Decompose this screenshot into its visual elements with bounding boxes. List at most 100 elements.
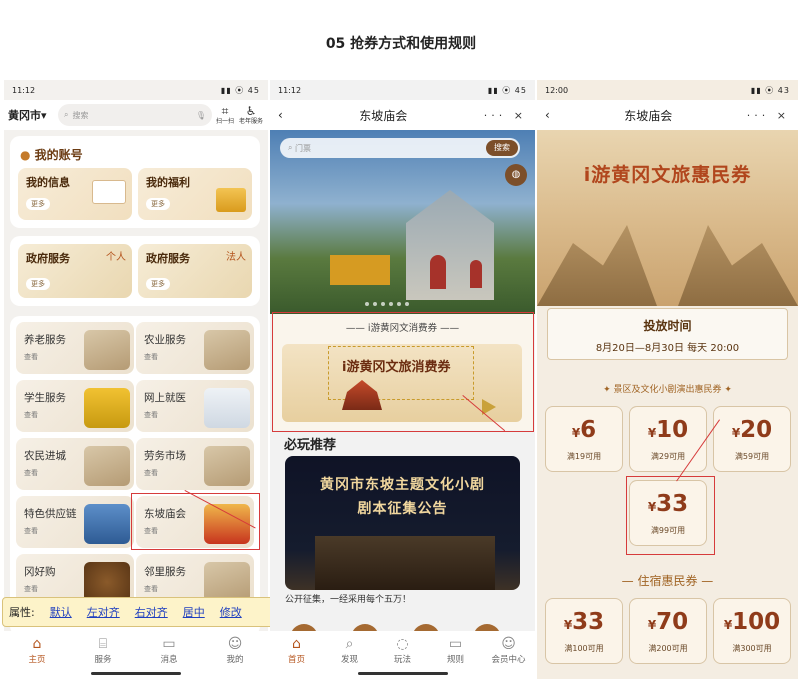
stage-image: [315, 536, 495, 590]
chestnut-image: [84, 562, 130, 602]
svc-title: 邻里服务: [144, 566, 186, 578]
highlight-box-33: [626, 476, 715, 555]
recommend-line1: 黄冈市东坡主题文化小剧: [320, 477, 485, 493]
tab-rules[interactable]: ▭ 规则: [431, 635, 481, 665]
tab-mine[interactable]: ☺ 我的: [210, 635, 260, 665]
search-button[interactable]: 搜索: [486, 140, 518, 156]
hotel-coupon-70[interactable]: ¥70 满200可用: [629, 598, 707, 664]
status-icons: ▮▮ ⦿ 43: [750, 85, 790, 95]
tab-messages[interactable]: ▭ 消息: [144, 635, 194, 665]
service-student[interactable]: 学生服务 查看: [16, 380, 134, 432]
tab-home[interactable]: ⌂ 主页: [12, 635, 62, 665]
elder-label: 老年服务: [238, 117, 263, 125]
service-elderly[interactable]: 养老服务 查看: [16, 322, 134, 374]
recommend-header: 必玩推荐: [284, 438, 337, 453]
search-input[interactable]: ⌕ 门票 搜索: [280, 138, 520, 158]
search-input[interactable]: ⌕ 搜索 🎙: [58, 104, 212, 126]
currency: ¥: [731, 426, 741, 440]
tab-discover[interactable]: ⌕ 发现: [325, 635, 375, 665]
svc-title: 农民进城: [24, 450, 66, 462]
tile-more: 更多: [26, 198, 50, 210]
back-icon[interactable]: ‹: [278, 108, 283, 122]
gov-personal-tile[interactable]: 政府服务 个人 更多: [18, 244, 132, 298]
tab-label: 主页: [28, 655, 46, 665]
back-icon[interactable]: ‹: [545, 108, 550, 122]
home-icon: ⌂: [292, 636, 301, 652]
nav-title: 东坡庙会: [359, 108, 408, 123]
my-welfare-tile[interactable]: 我的福利 更多: [138, 168, 252, 220]
bottom-tab-bar: ⌂ 首页 ⌕ 发现 ◌ 玩法 ▭ 规则 ☺ 会员中心: [270, 631, 535, 679]
my-info-tile[interactable]: 我的信息 更多: [18, 168, 132, 220]
elder-service-button[interactable]: ♿ 老年服务: [238, 104, 264, 126]
tile-title: 我的福利: [146, 176, 190, 189]
attribute-toolbar: 属性: 默认 左对齐 右对齐 居中 修改: [2, 597, 313, 627]
currency: ¥: [563, 618, 573, 632]
service-agriculture[interactable]: 农业服务 查看: [136, 322, 254, 374]
profile-icon: ☺: [227, 636, 243, 652]
top-bar: 黄冈市▾ ⌕ 搜索 🎙 ⌗ 扫一扫 ♿ 老年服务: [4, 100, 268, 130]
service-medical[interactable]: 网上就医 查看: [136, 380, 254, 432]
tab-label: 消息: [160, 655, 178, 665]
scan-button[interactable]: ⌗ 扫一扫: [212, 104, 238, 126]
member-icon: ☺: [501, 636, 516, 652]
coupon-value: 6: [580, 417, 597, 443]
release-label: 投放时间: [643, 319, 692, 333]
tile-title: 政府服务: [26, 252, 70, 265]
tab-label: 首页: [287, 655, 305, 665]
service-labor-market[interactable]: 劳务市场 查看: [136, 438, 254, 490]
tab-services[interactable]: ⌸ 服务: [78, 635, 128, 665]
mic-icon[interactable]: 🎙: [196, 111, 206, 120]
compass-icon: ◌: [396, 636, 409, 652]
id-card-icon: [92, 180, 126, 204]
gov-legal-tile[interactable]: 政府服务 法人 更多: [138, 244, 252, 298]
attr-center-link[interactable]: 居中: [183, 604, 205, 620]
attr-align-right-link[interactable]: 右对齐: [135, 604, 168, 620]
more-close-icons[interactable]: ··· ×: [484, 109, 527, 122]
status-icons: ▮▮ ⦿ 45: [487, 85, 527, 95]
mountain-image: [678, 216, 798, 306]
tab-home[interactable]: ⌂ 首页: [272, 635, 322, 665]
tab-label: 我的: [226, 655, 244, 665]
svc-title: 养老服务: [24, 334, 66, 346]
phone-home-screen: 11:12 ▮▮ ⦿ 45 黄冈市▾ ⌕ 搜索 🎙 ⌗ 扫一扫 ♿ 老年服务 ● 我…: [4, 80, 268, 679]
float-icon[interactable]: ◍: [505, 164, 527, 186]
svc-title: 劳务市场: [144, 450, 186, 462]
attr-align-left-link[interactable]: 左对齐: [87, 604, 120, 620]
service-supply-chain[interactable]: 特色供应链 查看: [16, 496, 134, 548]
coupon-condition: 满19可用: [566, 452, 602, 461]
svc-more: 查看: [24, 585, 38, 593]
city-selector[interactable]: 黄冈市▾: [8, 107, 58, 123]
status-bar: 12:00 ▮▮ ⦿ 43: [537, 80, 798, 100]
svc-more: 查看: [24, 353, 38, 361]
more-close-icons[interactable]: ··· ×: [747, 109, 790, 122]
gate-image: [470, 260, 482, 288]
coupon-hero: i游黄冈文旅惠民券: [537, 130, 798, 306]
attr-label: 属性:: [9, 606, 35, 619]
hero-banner[interactable]: ⌕ 门票 搜索 ◍: [270, 130, 535, 314]
tab-member[interactable]: ☺ 会员中心: [484, 635, 534, 665]
coupon-condition: 满100可用: [564, 644, 604, 653]
search-icon: ⌕: [64, 110, 69, 119]
hotel-coupon-100[interactable]: ¥100 满300可用: [713, 598, 791, 664]
attr-edit-link[interactable]: 修改: [220, 604, 242, 620]
svc-more: 查看: [24, 469, 38, 477]
svc-image: [204, 446, 250, 486]
service-migrant[interactable]: 农民进城 查看: [16, 438, 134, 490]
coupon-condition: 满59可用: [734, 452, 770, 461]
tile-more: 更多: [146, 278, 170, 290]
user-icon: ●: [20, 148, 31, 162]
coupon-value: 33: [572, 609, 605, 635]
recommend-card[interactable]: 黄冈市东坡主题文化小剧 剧本征集公告: [285, 456, 520, 590]
currency: ¥: [723, 618, 733, 632]
tile-tag: 个人: [106, 252, 126, 263]
svc-more: 查看: [144, 353, 158, 361]
coupon-20[interactable]: ¥20 满59可用: [713, 406, 791, 472]
tab-label: 发现: [340, 655, 358, 665]
attr-default-link[interactable]: 默认: [50, 604, 72, 620]
coupon-10[interactable]: ¥10 满29可用: [629, 406, 707, 472]
tab-play[interactable]: ◌ 玩法: [378, 635, 428, 665]
coupon-6[interactable]: ¥6 满19可用: [545, 406, 623, 472]
hotel-coupon-33[interactable]: ¥33 满100可用: [545, 598, 623, 664]
tile-tag: 法人: [226, 252, 246, 263]
bank-icon: ⌸: [98, 636, 108, 652]
